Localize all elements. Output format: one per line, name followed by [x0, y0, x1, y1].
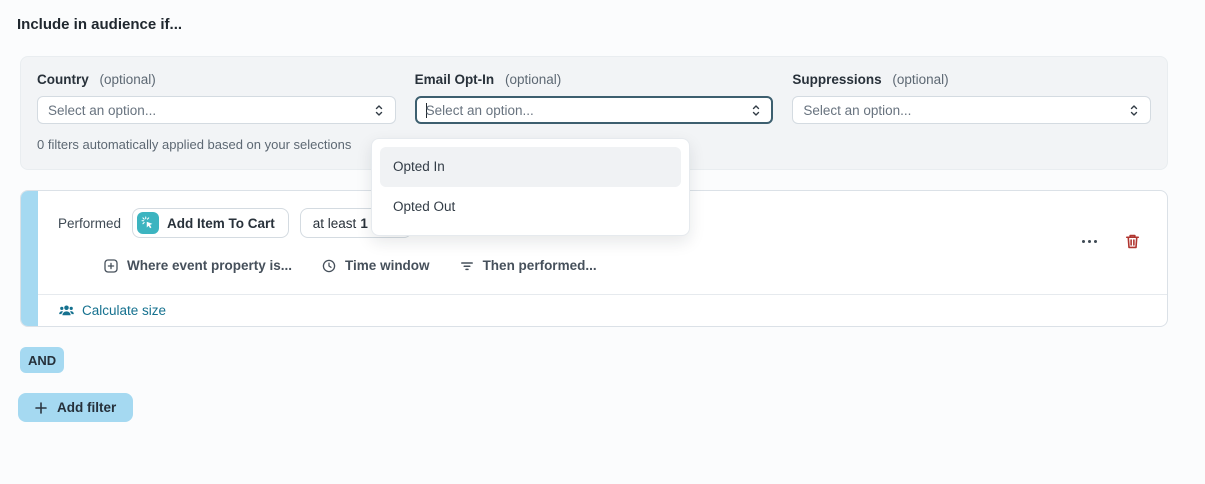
add-filter-button[interactable]: Add filter	[18, 393, 133, 422]
sub-action-label: Where event property is...	[127, 258, 292, 273]
cursor-click-icon	[137, 212, 159, 234]
sub-action-label: Time window	[345, 258, 430, 273]
email-opt-in-select[interactable]: Select an option...	[415, 96, 774, 124]
field-label: Email Opt-In (optional)	[415, 72, 774, 87]
performed-label: Performed	[58, 216, 121, 231]
event-name: Add Item To Cart	[167, 216, 275, 231]
chevron-updown-icon	[373, 104, 385, 117]
field-label: Suppressions (optional)	[792, 72, 1151, 87]
field-email-opt-in: Email Opt-In (optional) Select an option…	[415, 72, 774, 124]
sub-action-label: Then performed...	[483, 258, 597, 273]
optional-tag: (optional)	[100, 72, 156, 87]
calculate-size-label: Calculate size	[82, 303, 166, 318]
country-select[interactable]: Select an option...	[37, 96, 396, 124]
menu-option-opted-in[interactable]: Opted In	[380, 147, 681, 187]
chevron-updown-icon	[1128, 104, 1140, 117]
field-suppressions: Suppressions (optional) Select an option…	[792, 72, 1151, 124]
menu-option-opted-out[interactable]: Opted Out	[380, 187, 681, 227]
delete-filter-button[interactable]	[1124, 233, 1141, 250]
email-opt-in-dropdown-menu: Opted In Opted Out	[371, 138, 690, 236]
people-group-icon	[59, 303, 74, 317]
quantifier-prefix: at least	[313, 216, 357, 231]
select-placeholder: Select an option...	[48, 103, 373, 118]
more-options-button[interactable]	[1080, 234, 1099, 249]
where-event-property-button[interactable]: Where event property is...	[104, 258, 292, 273]
card-footer: Calculate size	[38, 294, 1167, 326]
add-filter-label: Add filter	[57, 400, 116, 415]
plus-square-icon	[104, 259, 118, 273]
clock-icon	[322, 259, 336, 273]
filter-lines-icon	[460, 259, 474, 273]
select-placeholder: Select an option...	[803, 103, 1128, 118]
select-placeholder: Select an option...	[426, 103, 751, 118]
chevron-updown-icon	[750, 104, 762, 117]
trash-icon	[1124, 233, 1141, 250]
page-title: Include in audience if...	[17, 16, 182, 33]
suppressions-select[interactable]: Select an option...	[792, 96, 1151, 124]
plus-icon	[35, 402, 47, 414]
field-country: Country (optional) Select an option...	[37, 72, 396, 124]
time-window-button[interactable]: Time window	[322, 258, 430, 273]
calculate-size-button[interactable]: Calculate size	[59, 303, 166, 318]
optional-tag: (optional)	[505, 72, 561, 87]
field-name: Country	[37, 72, 89, 87]
field-name: Email Opt-In	[415, 72, 495, 87]
then-performed-button[interactable]: Then performed...	[460, 258, 597, 273]
and-connector-badge: AND	[20, 347, 64, 373]
field-name: Suppressions	[792, 72, 881, 87]
optional-tag: (optional)	[892, 72, 948, 87]
field-label: Country (optional)	[37, 72, 396, 87]
card-accent-bar	[21, 191, 38, 326]
event-selector-chip[interactable]: Add Item To Cart	[132, 208, 289, 238]
